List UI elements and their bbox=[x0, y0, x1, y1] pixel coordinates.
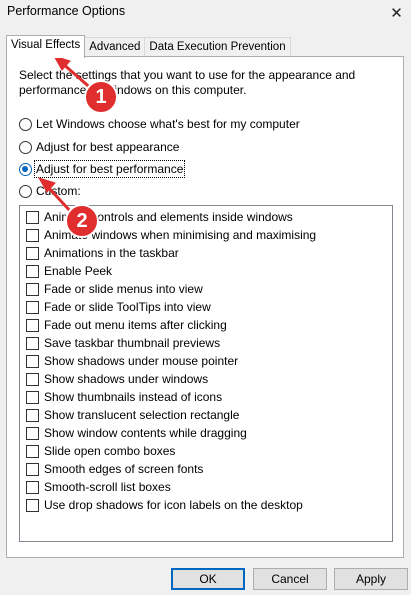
radio-button[interactable] bbox=[19, 140, 32, 154]
checkbox[interactable] bbox=[26, 354, 39, 368]
list-item[interactable]: Show window contents while dragging bbox=[26, 425, 247, 441]
list-item[interactable]: Smooth-scroll list boxes bbox=[26, 479, 171, 495]
checkbox[interactable] bbox=[26, 390, 39, 404]
radio-label: Custom: bbox=[36, 184, 81, 198]
checkbox-label: Show thumbnails instead of icons bbox=[44, 390, 223, 404]
checkbox-label: Animations in the taskbar bbox=[44, 246, 179, 260]
radio-button-selected[interactable] bbox=[19, 162, 32, 176]
radio-button[interactable] bbox=[19, 117, 32, 131]
checkbox[interactable] bbox=[26, 228, 39, 242]
radio-let-windows-choose[interactable]: Let Windows choose what's best for my co… bbox=[19, 116, 300, 132]
radio-best-appearance[interactable]: Adjust for best appearance bbox=[19, 139, 179, 155]
list-item[interactable]: Show shadows under windows bbox=[26, 371, 208, 387]
list-item[interactable]: Fade or slide menus into view bbox=[26, 281, 203, 297]
list-item[interactable]: Show thumbnails instead of icons bbox=[26, 389, 222, 405]
checkbox-label: Show shadows under mouse pointer bbox=[44, 354, 239, 368]
radio-button[interactable] bbox=[19, 184, 32, 198]
checkbox[interactable] bbox=[26, 246, 39, 260]
visual-effects-list[interactable]: Animate controls and elements inside win… bbox=[19, 205, 393, 542]
radio-best-performance[interactable]: Adjust for best performance bbox=[19, 160, 186, 178]
checkbox-label: Fade or slide menus into view bbox=[44, 282, 203, 296]
ok-button[interactable]: OK bbox=[171, 568, 245, 590]
checkbox[interactable] bbox=[26, 462, 39, 476]
checkbox-label: Slide open combo boxes bbox=[44, 444, 176, 458]
checkbox[interactable] bbox=[26, 498, 39, 512]
list-item[interactable]: Enable Peek bbox=[26, 263, 112, 279]
checkbox[interactable] bbox=[26, 318, 39, 332]
radio-label: Adjust for best performance bbox=[33, 160, 186, 178]
list-item[interactable]: Save taskbar thumbnail previews bbox=[26, 335, 220, 351]
list-item[interactable]: Fade or slide ToolTips into view bbox=[26, 299, 211, 315]
list-item[interactable]: Fade out menu items after clicking bbox=[26, 317, 227, 333]
checkbox[interactable] bbox=[26, 300, 39, 314]
list-item[interactable]: Use drop shadows for icon labels on the … bbox=[26, 497, 303, 513]
checkbox[interactable] bbox=[26, 264, 39, 278]
annotation-marker-1: 1 bbox=[84, 80, 118, 114]
list-item[interactable]: Smooth edges of screen fonts bbox=[26, 461, 203, 477]
checkbox[interactable] bbox=[26, 480, 39, 494]
checkbox[interactable] bbox=[26, 336, 39, 350]
checkbox-label: Smooth-scroll list boxes bbox=[44, 480, 171, 494]
checkbox-label: Enable Peek bbox=[44, 264, 113, 278]
radio-custom[interactable]: Custom: bbox=[19, 183, 81, 199]
window-title: Performance Options bbox=[7, 4, 126, 18]
checkbox-label: Smooth edges of screen fonts bbox=[44, 462, 204, 476]
checkbox-label: Save taskbar thumbnail previews bbox=[44, 336, 221, 350]
radio-label: Let Windows choose what's best for my co… bbox=[36, 117, 300, 131]
radio-label: Adjust for best appearance bbox=[36, 140, 180, 154]
checkbox-label: Show shadows under windows bbox=[44, 372, 209, 386]
checkbox[interactable] bbox=[26, 210, 39, 224]
list-item[interactable]: Show translucent selection rectangle bbox=[26, 407, 239, 423]
annotation-marker-2: 2 bbox=[65, 204, 99, 238]
title-bar: Performance Options ✕ bbox=[0, 0, 411, 26]
checkbox[interactable] bbox=[26, 408, 39, 422]
intro-text: Select the settings that you want to use… bbox=[19, 68, 356, 97]
tab-strip: Visual Effects Advanced Data Execution P… bbox=[6, 35, 291, 58]
close-icon: ✕ bbox=[390, 5, 403, 22]
tab-data-execution-prevention[interactable]: Data Execution Prevention bbox=[144, 37, 291, 57]
close-button[interactable]: ✕ bbox=[382, 0, 411, 26]
tab-advanced[interactable]: Advanced bbox=[84, 37, 146, 57]
checkbox[interactable] bbox=[26, 282, 39, 296]
list-item[interactable]: Show shadows under mouse pointer bbox=[26, 353, 238, 369]
checkbox-label: Fade out menu items after clicking bbox=[44, 318, 227, 332]
list-item[interactable]: Slide open combo boxes bbox=[26, 443, 175, 459]
checkbox[interactable] bbox=[26, 372, 39, 386]
checkbox-label: Fade or slide ToolTips into view bbox=[44, 300, 211, 314]
checkbox-label: Show translucent selection rectangle bbox=[44, 408, 240, 422]
checkbox[interactable] bbox=[26, 426, 39, 440]
checkbox-label: Show window contents while dragging bbox=[44, 426, 247, 440]
tab-visual-effects[interactable]: Visual Effects bbox=[6, 35, 86, 58]
checkbox[interactable] bbox=[26, 444, 39, 458]
cancel-button[interactable]: Cancel bbox=[253, 568, 327, 590]
apply-button[interactable]: Apply bbox=[334, 568, 408, 590]
checkbox-label: Use drop shadows for icon labels on the … bbox=[44, 498, 303, 512]
list-item[interactable]: Animations in the taskbar bbox=[26, 245, 179, 261]
